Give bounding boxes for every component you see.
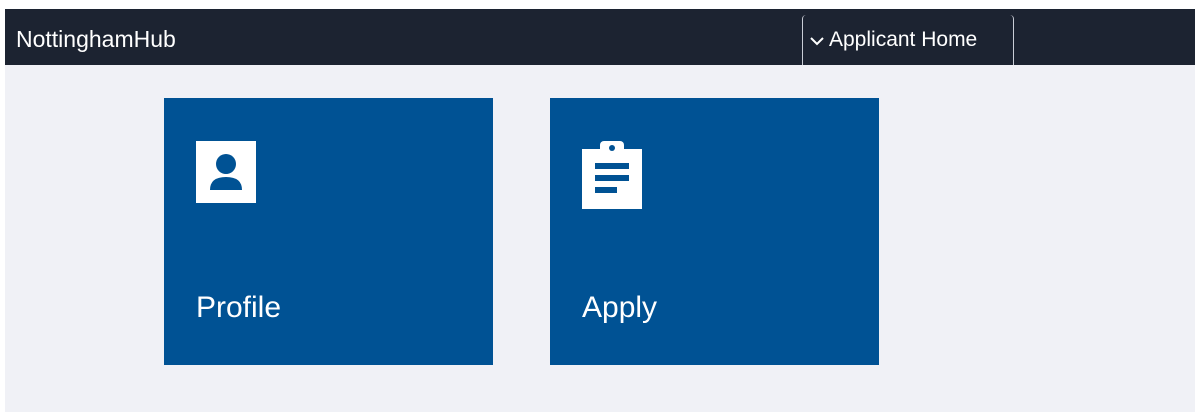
profile-tile-label: Profile — [196, 291, 282, 324]
header-bar: NottinghamHub Applicant Home — [5, 9, 1195, 65]
brand-title: NottinghamHub — [16, 26, 176, 52]
person-icon — [196, 141, 256, 203]
apply-tile-label: Apply — [582, 291, 658, 324]
profile-tile[interactable]: Profile — [164, 98, 493, 365]
page-background: NottinghamHub Applicant Home Profile App… — [5, 9, 1195, 412]
dropdown-label: Applicant Home — [829, 28, 978, 51]
clipboard-icon — [582, 141, 642, 209]
applicant-home-dropdown[interactable]: Applicant Home — [802, 15, 1014, 65]
chevron-down-icon — [810, 37, 824, 46]
apply-tile[interactable]: Apply — [550, 98, 879, 365]
